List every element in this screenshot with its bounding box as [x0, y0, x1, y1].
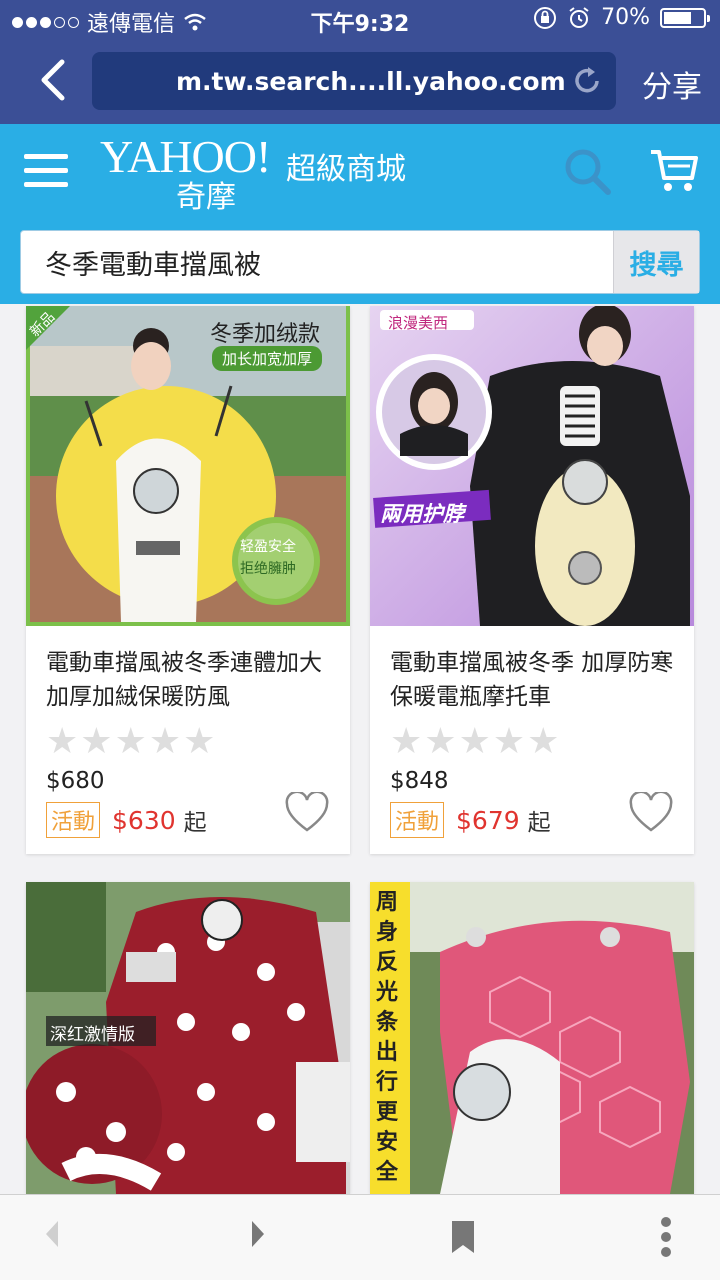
alarm-icon — [569, 6, 589, 28]
search-button[interactable]: 搜尋 — [613, 231, 699, 293]
search-input[interactable] — [21, 231, 613, 293]
sale-price: $679 — [456, 805, 520, 835]
overlay-title: 冬季加绒款 — [210, 322, 321, 347]
store-name: 超級商城 — [286, 152, 406, 187]
search-icon[interactable] — [562, 146, 614, 198]
product-image[interactable]: 周身反光条 出行更安全 — [370, 882, 694, 1194]
star-icon: ★ — [390, 721, 423, 762]
overlay-title: 兩用护脖 — [380, 502, 464, 526]
product-card[interactable]: 新品 冬季加绒款 加长加宽加厚 轻盈安全 拒绝臃肿 電動車擋風被冬季連體加大加厚… — [26, 306, 350, 854]
overlay-circle-line2: 拒绝臃肿 — [240, 561, 296, 577]
logo-sub: 奇摩 — [176, 180, 236, 215]
original-price: $680 — [46, 768, 105, 794]
star-rating: ★ ★ ★ ★ ★ — [46, 724, 215, 760]
bookmark-icon[interactable] — [450, 1219, 476, 1255]
product-title[interactable]: 電動車擋風被冬季連體加大加厚加絨保暖防風 — [46, 646, 336, 714]
promo-row: 活動 $679 起 — [390, 802, 551, 838]
product-card[interactable]: 周身反光条 出行更安全 — [370, 882, 694, 1194]
yahoo-header: YAHOO! 奇摩 超級商城 搜尋 — [0, 124, 720, 304]
overlay-label: 深红激情版 — [50, 1025, 135, 1045]
forward-icon[interactable] — [250, 1219, 266, 1249]
more-options-icon[interactable] — [660, 1217, 672, 1257]
back-arrow-icon[interactable] — [34, 58, 74, 102]
star-icon: ★ — [183, 721, 216, 762]
orientation-lock-icon — [534, 6, 557, 29]
battery-percent: 70% — [601, 5, 650, 30]
overlay-sub: 加长加宽加厚 — [212, 346, 323, 371]
star-icon: ★ — [492, 721, 526, 762]
promo-tag: 活動 — [46, 802, 101, 838]
product-image[interactable]: 浪漫美西 兩用护脖 — [370, 306, 694, 626]
cart-icon[interactable] — [648, 144, 700, 196]
product-image[interactable]: 新品 冬季加绒款 加长加宽加厚 轻盈安全 拒绝臃肿 — [26, 306, 350, 626]
promo-row: 活動 $630 起 — [46, 802, 207, 838]
promo-tag: 活動 — [390, 802, 445, 838]
search-bar: 搜尋 — [20, 230, 700, 294]
reload-icon[interactable] — [570, 64, 604, 98]
url-field[interactable]: m.tw.search....ll.yahoo.com — [92, 52, 616, 110]
star-icon: ★ — [424, 721, 457, 762]
url-text: m.tw.search....ll.yahoo.com — [176, 66, 566, 96]
product-image[interactable]: 深红激情版 — [26, 882, 350, 1194]
browser-toolbar — [0, 1194, 720, 1280]
sale-price: $630 — [112, 805, 176, 835]
product-title[interactable]: 電動車擋風被冬季 加厚防寒保暖電瓶摩托車 — [390, 646, 680, 714]
status-bar: 遠傳電信 下午9:32 70% — [0, 0, 720, 40]
sale-suffix: 起 — [183, 810, 207, 836]
status-right: 70% — [533, 5, 710, 30]
star-icon: ★ — [80, 721, 113, 762]
product-card[interactable]: 深红激情版 — [26, 882, 350, 1194]
overlay-vertical-text: 周身反光条 出行更安全 — [376, 890, 399, 1185]
product-card[interactable]: 浪漫美西 兩用护脖 電動車擋風被冬季 加厚防寒保暖電瓶摩托車 ★ ★ ★ ★ ★ $84… — [370, 306, 694, 854]
hamburger-menu-icon[interactable] — [24, 154, 68, 190]
yahoo-logo[interactable]: YAHOO! 奇摩 — [100, 130, 271, 215]
heart-icon[interactable] — [284, 792, 330, 834]
star-rating: ★ ★ ★ ★ ★ — [390, 724, 559, 760]
browser-address-bar: m.tw.search....ll.yahoo.com 分享 — [0, 40, 720, 124]
battery-icon — [660, 7, 710, 28]
star-icon: ★ — [527, 721, 560, 762]
sale-suffix: 起 — [527, 810, 551, 836]
share-button[interactable]: 分享 — [642, 62, 702, 106]
back-icon[interactable] — [44, 1219, 60, 1249]
star-icon: ★ — [46, 721, 79, 762]
brand-label: 浪漫美西 — [388, 314, 449, 332]
star-icon: ★ — [458, 721, 491, 762]
star-icon: ★ — [148, 721, 182, 762]
overlay-circle-line1: 轻盈安全 — [240, 539, 296, 555]
original-price: $848 — [390, 768, 449, 794]
star-icon: ★ — [114, 721, 147, 762]
heart-icon[interactable] — [628, 792, 674, 834]
